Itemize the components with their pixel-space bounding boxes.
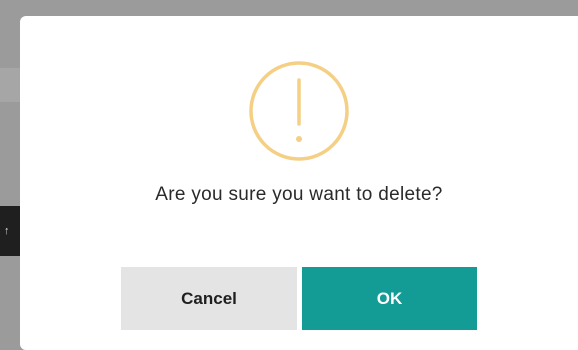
exclamation-circle-icon	[249, 61, 349, 161]
cancel-button[interactable]: Cancel	[121, 267, 297, 330]
arrow-up-icon: ↑	[4, 225, 10, 237]
confirm-message: Are you sure you want to delete?	[155, 184, 443, 205]
background-scroll-handle: ↑	[0, 206, 20, 256]
ok-button[interactable]: OK	[302, 267, 477, 330]
confirm-delete-dialog: Are you sure you want to delete? Cancel …	[20, 16, 578, 350]
background-panel	[0, 68, 20, 102]
